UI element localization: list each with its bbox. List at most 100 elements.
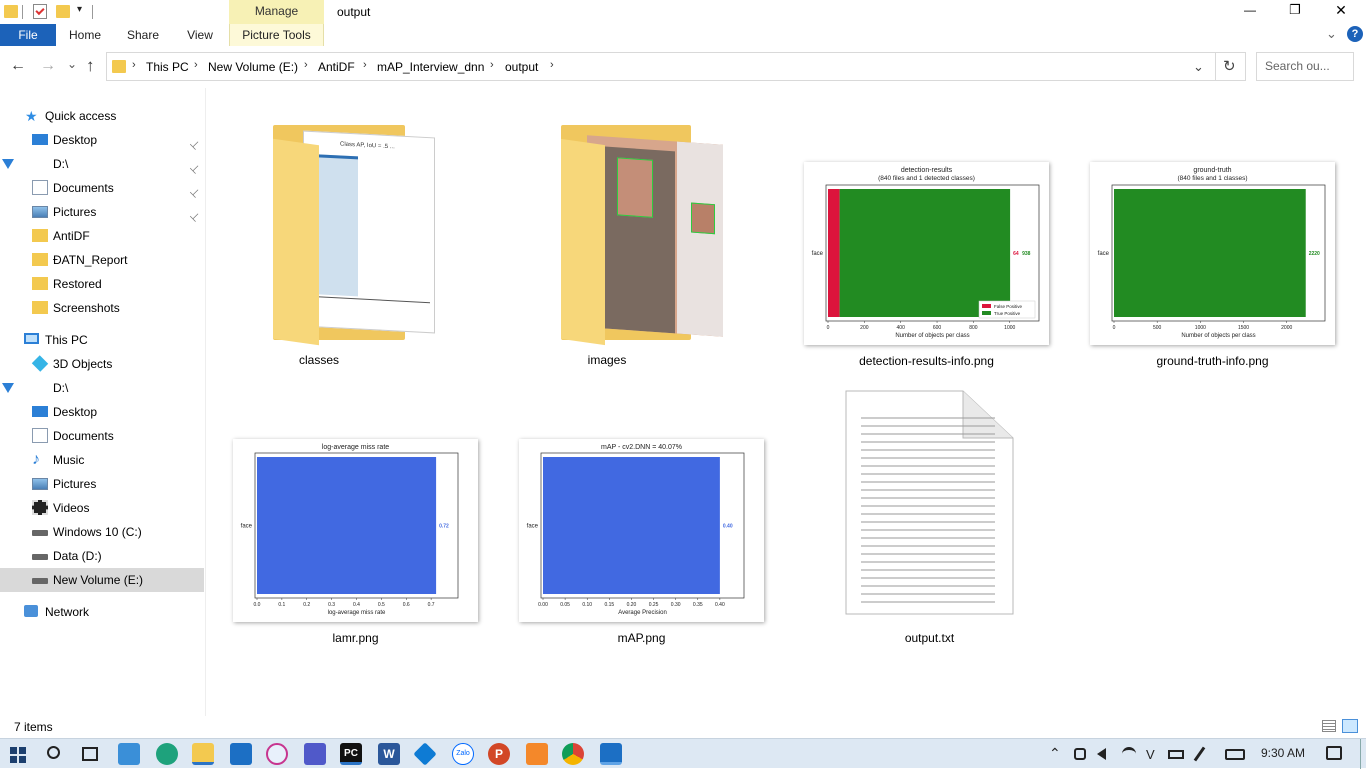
tab-share[interactable]: Share xyxy=(120,24,166,46)
breadcrumb-chevron[interactable]: › xyxy=(490,59,494,71)
x-axis-label: Number of objects per class xyxy=(1181,333,1255,339)
nav-item-pictures[interactable]: Pictures ⊥ xyxy=(0,200,204,225)
nav-item-antidf[interactable]: AntiDF xyxy=(0,224,204,248)
file-item-images[interactable]: images xyxy=(557,122,737,372)
photo-editor-icon[interactable] xyxy=(526,743,548,765)
file-item-map[interactable]: mAP - cv2.DNN = 40.07% 0.40 face 0.00 0.05 0.… xyxy=(519,439,764,649)
windows-start-icon[interactable] xyxy=(10,747,26,763)
meet-now-icon[interactable] xyxy=(1074,748,1086,760)
nav-label: Quick access xyxy=(45,109,117,123)
breadcrumb-chevron[interactable]: › xyxy=(194,59,198,71)
tab-file[interactable]: File xyxy=(0,24,56,46)
nav-item-desktop[interactable]: Desktop xyxy=(0,400,204,424)
search-icon[interactable] xyxy=(47,746,60,759)
volume-icon[interactable] xyxy=(1097,748,1106,760)
breadcrumb-antidf[interactable]: AntiDF xyxy=(318,60,355,74)
bar-value xyxy=(1114,189,1306,317)
file-item-classes[interactable]: Class AP, IoU = .5 ... classes xyxy=(269,122,449,372)
breadcrumb-chevron[interactable]: › xyxy=(304,59,308,71)
language-icon[interactable]: V xyxy=(1146,747,1155,762)
x-axis-label: Average Precision xyxy=(618,610,667,616)
teams-icon[interactable] xyxy=(304,743,326,765)
address-bar[interactable]: › This PC › New Volume (E:) › AntiDF › m… xyxy=(106,52,1246,81)
breadcrumb-chevron[interactable]: › xyxy=(363,59,367,71)
nav-item-data-d[interactable]: Data (D:) xyxy=(0,544,204,568)
tab-picture-tools[interactable]: Picture Tools xyxy=(229,24,324,46)
edge-icon[interactable] xyxy=(156,743,178,765)
keyboard-icon[interactable] xyxy=(1225,749,1245,760)
mail-icon[interactable] xyxy=(230,743,252,765)
nav-item-videos[interactable]: Videos xyxy=(0,496,204,520)
nav-item-d[interactable]: D:\ ⊥ xyxy=(0,152,204,177)
nav-quick-access[interactable]: ★ Quick access xyxy=(0,104,204,128)
expand-ribbon-icon[interactable]: ⌄ xyxy=(1326,26,1337,42)
back-button[interactable]: ← xyxy=(10,57,26,75)
file-item-ground-truth[interactable]: ground-truth (840 files and 1 classes) 222… xyxy=(1090,162,1335,372)
nav-item-screenshots[interactable]: Screenshots xyxy=(0,296,204,320)
nav-item-desktop[interactable]: Desktop ⊥ xyxy=(0,128,204,153)
minimize-button[interactable]: — xyxy=(1240,3,1260,17)
zalo-icon[interactable]: Zalo xyxy=(452,743,474,765)
search-input[interactable]: Search ou... xyxy=(1256,52,1354,81)
nav-this-pc[interactable]: This PC xyxy=(0,328,204,352)
pycharm-icon[interactable]: PC xyxy=(340,743,362,765)
address-dropdown-icon[interactable]: ⌄ xyxy=(1193,59,1204,75)
nav-item--atn-report[interactable]: ĐATN_Report xyxy=(0,248,204,272)
file-name: detection-results-info.png xyxy=(859,354,994,368)
refresh-icon[interactable]: ↻ xyxy=(1223,57,1236,75)
nav-item-documents[interactable]: Documents xyxy=(0,424,204,448)
wifi-icon[interactable] xyxy=(1122,747,1136,761)
breadcrumb-this-pc[interactable]: This PC xyxy=(146,60,189,74)
file-item-lamr[interactable]: log-average miss rate 0.72 face 0.0 0.1 0.2 0.… xyxy=(233,439,478,649)
breadcrumb-map-interview[interactable]: mAP_Interview_dnn xyxy=(377,60,484,74)
file-explorer-icon[interactable] xyxy=(192,743,214,765)
recent-locations-button[interactable]: ⌄ xyxy=(67,57,77,71)
nav-item-pictures[interactable]: Pictures xyxy=(0,472,204,496)
x-tick-label: 0.1 xyxy=(278,602,285,608)
details-view-icon[interactable] xyxy=(1322,720,1336,732)
customize-qat-icon[interactable]: ▾ xyxy=(77,4,82,15)
large-icons-view-icon[interactable] xyxy=(1342,719,1358,733)
maximize-button[interactable]: ❐ xyxy=(1285,2,1305,18)
vscode-icon[interactable] xyxy=(413,742,437,766)
nav-item-3d-objects[interactable]: 3D Objects xyxy=(0,352,204,376)
x-tick-label: 0.20 xyxy=(627,602,637,608)
help-icon[interactable]: ? xyxy=(1347,26,1363,42)
breadcrumb-chevron[interactable]: › xyxy=(550,59,554,71)
chrome-icon[interactable] xyxy=(562,743,584,765)
forward-button[interactable]: → xyxy=(40,57,56,75)
tab-home[interactable]: Home xyxy=(62,24,108,46)
properties-icon[interactable] xyxy=(33,4,47,19)
breadcrumb-chevron[interactable]: › xyxy=(132,59,136,71)
nav-item-music[interactable]: ♪ Music xyxy=(0,448,204,472)
nav-item-documents[interactable]: Documents ⊥ xyxy=(0,176,204,201)
nav-item-restored[interactable]: Restored xyxy=(0,272,204,296)
breadcrumb-output[interactable]: output xyxy=(505,60,538,74)
show-desktop-strip[interactable] xyxy=(1360,739,1361,769)
up-button[interactable]: ↑ xyxy=(86,56,95,76)
desktop-icon xyxy=(32,406,48,417)
nav-item-windows-10-c[interactable]: Windows 10 (C:) xyxy=(0,520,204,544)
tab-view[interactable]: View xyxy=(178,24,222,46)
file-item-detection-results[interactable]: detection-results (840 files and 1 detect… xyxy=(804,162,1049,372)
file-item-output-txt[interactable]: output.txt xyxy=(827,390,1032,650)
tab-manage[interactable]: Manage xyxy=(229,0,324,24)
photos-icon[interactable] xyxy=(600,743,622,765)
nav-network[interactable]: Network xyxy=(0,600,204,624)
notifications-icon[interactable] xyxy=(1326,746,1342,760)
powerpoint-icon[interactable]: P xyxy=(488,743,510,765)
pen-icon[interactable] xyxy=(1193,746,1206,762)
paint3d-icon[interactable] xyxy=(266,743,288,765)
new-folder-icon[interactable] xyxy=(56,5,70,18)
breadcrumb-new-volume[interactable]: New Volume (E:) xyxy=(208,60,298,74)
word-icon[interactable]: W xyxy=(378,743,400,765)
show-hidden-icons-icon[interactable]: ⌃ xyxy=(1049,745,1061,762)
task-view-icon[interactable] xyxy=(82,747,98,761)
nav-item-d[interactable]: D:\ xyxy=(0,376,204,400)
nav-label: Restored xyxy=(53,277,102,291)
close-button[interactable]: ✕ xyxy=(1331,2,1351,19)
battery-icon[interactable] xyxy=(1168,750,1184,759)
snipping-icon[interactable] xyxy=(118,743,140,765)
clock[interactable]: 9:30 AM xyxy=(1261,746,1305,760)
nav-item-new-volume-e[interactable]: New Volume (E:) xyxy=(0,568,204,592)
